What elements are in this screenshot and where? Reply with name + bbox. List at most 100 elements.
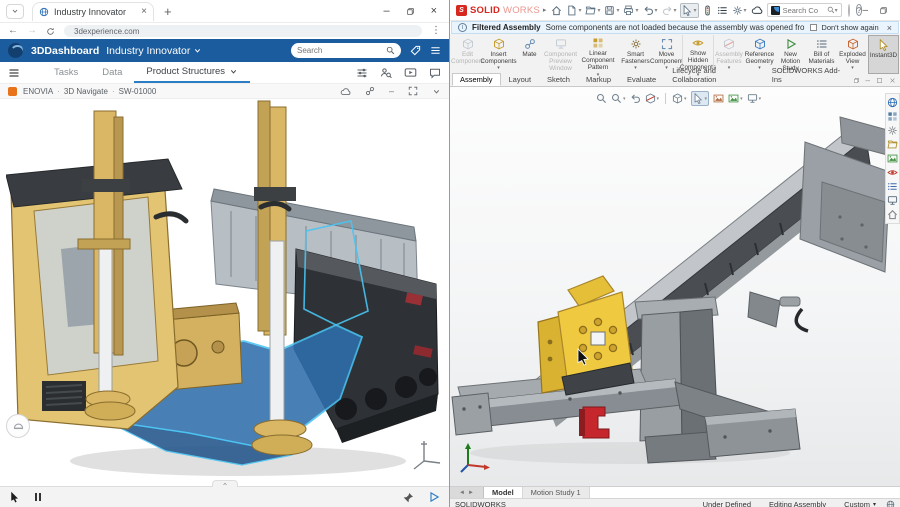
tab-data[interactable]: Data [90,62,134,83]
new-document-button[interactable]: ▾ [565,4,582,17]
3ds-logo-icon[interactable] [8,43,23,58]
chevron-down-icon[interactable] [229,67,238,76]
options-button[interactable]: ▾ [731,4,748,17]
new-tab-button[interactable]: + [164,4,172,19]
doc-minimize-icon[interactable]: – [866,76,870,85]
linear-component-pattern-button[interactable]: Linear Component Pattern▾ [576,35,620,74]
forum-tab-icon[interactable] [887,194,898,207]
tag-icon[interactable] [410,45,421,56]
tab-product-structures[interactable]: Product Structures [134,62,250,83]
widget-chevron-down-icon[interactable] [432,87,441,96]
tab-layout[interactable]: Layout [501,73,540,86]
mate-button[interactable]: Mate [514,35,545,74]
tab-lifecycle-collaboration[interactable]: Lifecycle and Collaboration [664,64,764,86]
collapse-panel-button[interactable] [212,480,238,487]
enovia-app-icon [8,87,17,96]
dashboard-search[interactable] [291,43,401,58]
instant3d-button[interactable]: Instant3D [868,35,899,74]
back-button[interactable]: ← [8,26,18,36]
gesture-pointer-icon[interactable] [9,491,21,503]
tab-search-button[interactable] [6,4,24,19]
home-button[interactable] [550,4,563,17]
design-library-tab-icon[interactable] [887,110,898,123]
smart-fasteners-button[interactable]: Smart Fasteners▾ [620,35,651,74]
mate-icon [524,37,536,50]
cloud-services-icon[interactable] [750,3,764,17]
dont-show-again-checkbox[interactable] [810,24,817,31]
tab-markup[interactable]: Markup [578,73,619,86]
pause-icon[interactable] [35,493,41,501]
tab-motion-study-1[interactable]: Motion Study 1 [523,487,590,498]
address-bar[interactable]: 3dexperience.com [64,25,422,37]
cloud-icon[interactable] [340,86,351,97]
display-options-icon[interactable] [356,67,368,79]
dashboard-chevron-down-icon[interactable] [193,46,202,55]
sw-minimize-button[interactable]: – [862,5,868,16]
tab-close-icon[interactable]: × [141,7,147,17]
logo-flyout-arrow-icon[interactable]: ▸ [543,6,547,14]
quick-access-toolbar: ▾ ▾ ▾ ▾ ▾ ▾ ▾ ▾ [550,3,763,18]
share-link-icon[interactable] [365,86,375,96]
units-selector[interactable]: Custom ▾ [844,500,876,507]
tab-solidworks-addins[interactable]: SOLIDWORKS Add-Ins [764,64,853,86]
browser-restore-button[interactable] [406,7,415,16]
tab-scroll-control[interactable]: ◄► [450,487,484,498]
status-globe-icon[interactable] [886,500,895,507]
custom-properties-tab-icon[interactable] [887,180,898,193]
doc-close-icon[interactable] [889,77,896,84]
home-tab-icon[interactable] [887,208,898,221]
widget-minimize-icon[interactable]: – [389,86,394,96]
properties-icon[interactable] [716,4,729,17]
forward-button[interactable]: → [27,26,37,36]
doc-restore-icon[interactable] [853,77,860,84]
play-icon[interactable] [428,491,440,503]
robot-compass-widget[interactable] [6,414,30,438]
show-hidden-icon [692,37,704,49]
dashboard-menu-icon[interactable] [430,45,441,56]
sw-graphics-area[interactable]: ▾ ▾ ▾ ▾ ▾ ▾ [450,87,900,486]
widget-maximize-icon[interactable] [408,86,418,96]
warning-close-icon[interactable]: × [887,23,892,33]
view-palette-tab-icon[interactable] [887,152,898,165]
file-explorer-tab-icon[interactable] [887,138,898,151]
toolbox-tab-icon[interactable] [887,124,898,137]
sw-restore-button[interactable] [879,6,888,15]
save-button[interactable]: ▾ [603,4,620,17]
3dexperience-tab-icon[interactable] [887,96,898,109]
command-search[interactable]: ▾ [767,3,842,17]
dont-show-again-label[interactable]: Don't show again [821,23,878,32]
refresh-button[interactable] [46,27,55,36]
sidebar-menu-button[interactable] [8,67,20,79]
appearances-tab-icon[interactable] [887,166,898,179]
doc-maximize-icon[interactable] [876,77,883,84]
command-search-input[interactable] [783,6,827,15]
open-button[interactable]: ▾ [584,4,601,17]
user-avatar[interactable] [848,4,850,17]
pin-icon[interactable] [403,492,414,503]
tab-model[interactable]: Model [484,487,523,498]
help-button[interactable]: ? [856,4,863,16]
dashboard-name[interactable]: Industry Innovator [106,45,190,57]
tab-sketch[interactable]: Sketch [539,73,578,86]
browser-menu-button[interactable]: ⋮ [431,26,441,36]
dashboard-search-input[interactable] [297,46,386,55]
commands-icon[interactable] [701,4,714,17]
browser-toolbar: ← → 3dexperience.com ⋮ [0,23,449,39]
user-search-icon[interactable] [380,67,392,79]
browser-tab[interactable]: Industry Innovator × [32,2,154,21]
linear-pattern-icon [592,37,604,49]
tab-tasks[interactable]: Tasks [42,62,90,83]
tab-evaluate[interactable]: Evaluate [619,73,664,86]
browser-close-button[interactable]: × [431,5,437,17]
media-player-icon[interactable] [404,66,417,79]
select-tool-button[interactable]: ▾ [680,3,699,18]
3d-viewport-left[interactable] [0,99,449,486]
insert-components-button[interactable]: Insert Components▾ [483,35,514,74]
undo-button[interactable]: ▾ [642,4,659,17]
browser-minimize-button[interactable]: – [383,5,389,17]
browser-window: Industry Innovator × + – × ← → 3dexperie… [0,0,450,507]
component-preview-window-button: Component Preview Window [545,35,576,74]
comments-icon[interactable] [429,67,441,79]
tab-assembly[interactable]: Assembly [452,73,501,86]
print-button[interactable]: ▾ [622,4,639,17]
